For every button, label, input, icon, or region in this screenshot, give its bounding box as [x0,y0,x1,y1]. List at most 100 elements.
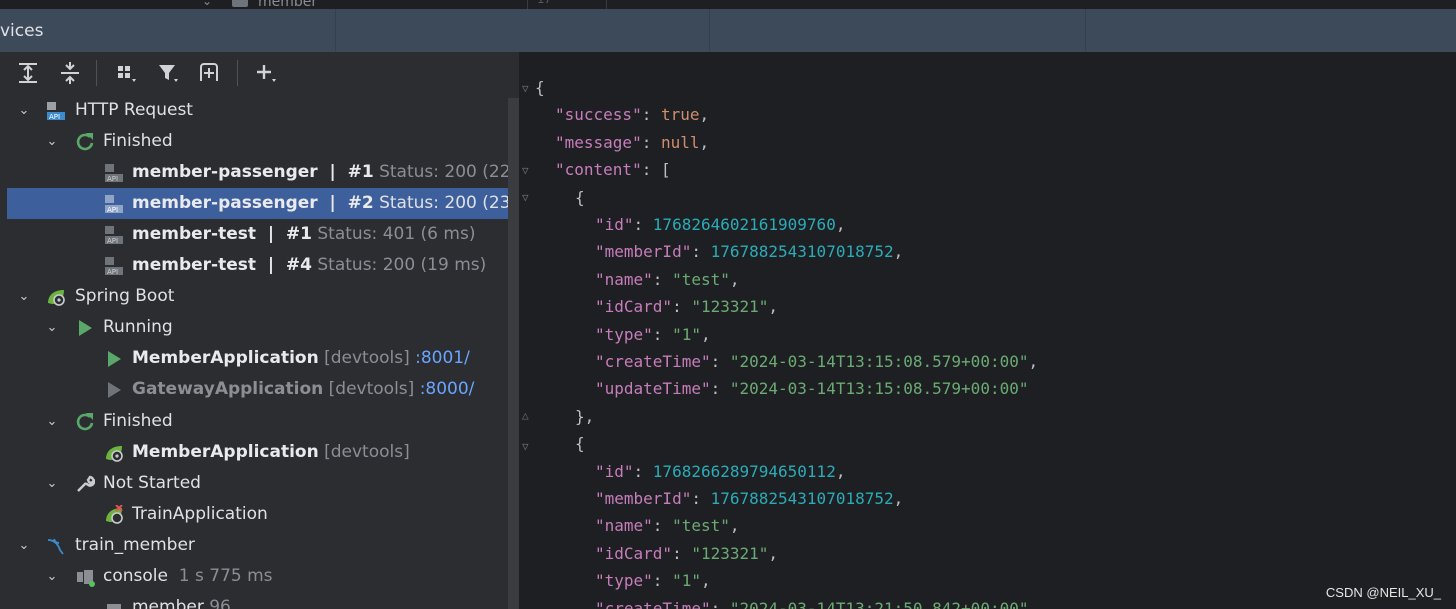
request-status: Status: 200 (19 ms) [317,255,487,275]
tree-node-app[interactable]: TrainApplication [0,499,519,530]
fold-icon[interactable]: △ [522,410,532,421]
request-name: member-passenger [132,193,318,213]
tree-node-request-selected[interactable]: API member-passenger | #2 Status: 200 (2… [7,188,519,219]
tree-node-request[interactable]: API member-test | #1 Status: 401 (6 ms) [0,219,519,250]
mysql-icon [47,538,64,555]
tree-label: member [132,597,204,609]
code-token: , [699,105,710,125]
code-token: "idCard" [595,543,673,563]
code-token: "success" [555,105,642,125]
code-line: "type": "1", [595,321,711,348]
panel-title: vices [0,21,44,41]
code-token: , [835,215,846,234]
add-icon[interactable] [254,61,278,85]
watermark: CSDN @NEIL_XU_ [1325,585,1441,600]
code-token: : [652,516,673,536]
line-number: 17 [537,0,551,6]
code-token: , [1028,352,1039,371]
code-line: "updateTime": "2024-03-14T13:15:08.579+0… [595,375,1028,402]
api-icon: API [105,164,123,183]
code-token: null [660,132,700,152]
code-token: true [660,105,700,125]
run-icon [79,320,92,336]
expand-all-icon[interactable] [16,61,40,85]
code-token: "123321" [691,297,769,317]
tree-label: Finished [103,411,173,431]
tree-node-running[interactable]: ⌄ Running [0,312,519,343]
services-header: vices [0,9,1456,52]
code-line: "idCard": "123321", [595,540,778,567]
code-token: { [575,187,585,207]
chevron-down-icon[interactable]: ⌄ [16,530,32,561]
code-token: "2024-03-14T13:15:08.579+00:00" [729,379,1029,399]
tree-node-app[interactable]: MemberApplication [devtools] :8001/ [0,343,519,374]
code-token: 1768266289794650112 [652,461,836,481]
tree-node-app[interactable]: MemberApplication [devtools] [0,437,519,468]
tree-node-http-finished[interactable]: ⌄ Finished [0,126,519,157]
code-token: "name" [595,516,653,536]
request-name: member-test [132,224,256,244]
tree-node-database[interactable]: ⌄ train_member [0,530,519,561]
scrollbar[interactable] [508,98,519,609]
tree-node-request[interactable]: API member-test | #4 Status: 200 (19 ms) [0,250,519,281]
code-token: , [699,132,710,152]
group-icon[interactable] [114,61,138,85]
code-token: : [691,489,711,508]
request-number: #1 [347,162,374,182]
tree-node-request[interactable]: API member-passenger | #1 Status: 200 (2… [0,157,519,188]
chevron-down-icon[interactable]: ⌄ [44,468,60,499]
chevron-down-icon[interactable]: ⌄ [44,312,60,343]
refresh-icon [76,413,94,431]
tree-label: Spring Boot [75,286,175,306]
response-editor[interactable]: ▽ ▽ ▽ △ ▽ {"success": true, "message": nu… [519,52,1456,609]
spring-boot-icon [48,290,65,306]
chevron-down-icon[interactable]: ⌄ [16,95,32,126]
chevron-down-icon[interactable]: ⌄ [44,561,60,592]
chevron-down-icon[interactable]: ⌄ [44,406,60,437]
code-token: , [768,543,779,563]
console-label: console [103,566,168,586]
tree-node-console[interactable]: ⌄ console 1 s 775 ms [0,561,519,592]
tree-node-http-request[interactable]: ⌄ API HTTP Request [0,95,519,126]
tree-node-sb-finished[interactable]: ⌄ Finished [0,406,519,437]
chevron-down-icon[interactable]: ⌄ [202,0,212,8]
console-time: 1 s 775 ms [178,566,273,586]
divider [335,9,336,52]
tree-label: HTTP Request [75,100,193,120]
editor-gutter: ▽ ▽ ▽ △ ▽ [519,52,535,609]
collapse-all-icon[interactable] [58,61,82,85]
code-token: , [700,324,711,344]
svg-text:API: API [49,113,60,121]
code-token: 1767882543107018752 [710,242,894,262]
filter-icon[interactable] [156,61,180,85]
fold-icon[interactable]: ▽ [522,83,532,94]
spring-boot-error-icon [106,505,123,524]
tree-node-app[interactable]: GatewayApplication [devtools] :8000/ [0,374,519,405]
chevron-down-icon[interactable]: ⌄ [44,126,60,157]
editor-top-strip: ⌄ member 17 [0,0,1456,9]
chevron-down-icon[interactable]: ⌄ [16,281,32,312]
fold-icon[interactable]: ▽ [522,441,532,452]
run-icon [108,382,121,398]
new-tab-icon[interactable] [198,61,222,85]
code-line: "memberId": 1767882543107018752, [595,238,903,265]
fold-icon[interactable]: ▽ [522,192,532,203]
port-link[interactable]: :8000/ [420,379,475,399]
code-token: : [672,297,692,317]
code-token: 1768264602161909760 [652,215,836,234]
refresh-icon [76,133,94,151]
code-token: "idCard" [595,297,673,317]
request-status: Status: 200 (22 ms [379,162,519,182]
code-token: "1" [672,324,701,344]
code-line: "createTime": "2024-03-14T13:21:50.842+0… [595,595,1038,609]
breadcrumb[interactable]: member [258,0,317,9]
code-token: { [535,78,545,97]
fold-icon[interactable]: ▽ [522,165,532,176]
code-token: "test" [672,269,730,289]
tree-node-not-started[interactable]: ⌄ Not Started [0,468,519,499]
tree-node-spring-boot[interactable]: ⌄ Spring Boot [0,281,519,312]
run-icon [108,351,121,367]
tree-node-partial[interactable]: member 96 [0,592,519,609]
api-icon: API [105,226,123,245]
port-link[interactable]: :8001/ [415,348,470,368]
